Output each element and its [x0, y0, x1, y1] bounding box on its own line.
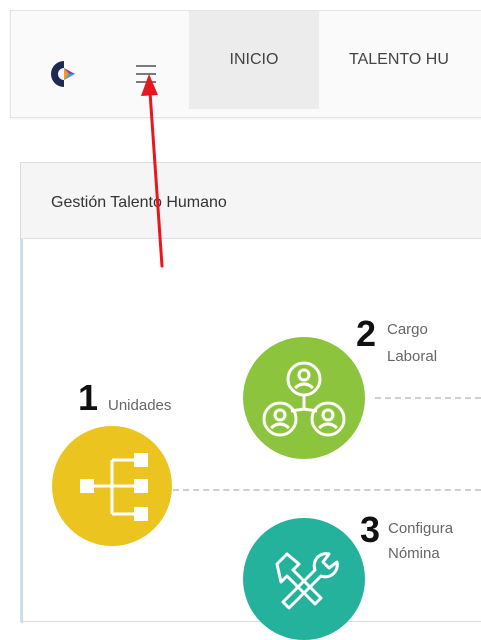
step-3-configura-nomina-button[interactable] — [243, 518, 365, 640]
step-2-cargo-laboral-button[interactable] — [243, 337, 365, 459]
nav-item-talento-humano[interactable]: TALENTO HU — [349, 11, 449, 109]
step-1-unidades-button[interactable] — [52, 426, 172, 546]
step-1-label: Unidades — [108, 397, 172, 414]
step-2-label-line-2: Laboral — [387, 348, 438, 365]
top-navbar: INICIO TALENTO HU — [10, 10, 481, 118]
step-2-label-line-1: Cargo — [387, 321, 428, 338]
nav-item-label: TALENTO HU — [349, 51, 449, 68]
tools-icon — [275, 552, 339, 610]
org-chart-icon — [80, 453, 148, 521]
connector-line — [173, 489, 481, 491]
nav-item-inicio[interactable]: INICIO — [189, 11, 319, 109]
step-1-number: 1 — [78, 377, 99, 418]
step-3-label-line-2: Nómina — [388, 545, 440, 562]
panel-header: Gestión Talento Humano — [21, 163, 481, 239]
brand-logo-icon[interactable] — [47, 57, 81, 91]
connector-line — [375, 397, 481, 399]
panel-title: Gestión Talento Humano — [51, 194, 227, 211]
step-3-label-line-1: Configura — [388, 520, 454, 537]
nav-item-label: INICIO — [229, 51, 279, 68]
hamburger-menu-icon[interactable] — [131, 61, 161, 87]
user-group-icon — [262, 361, 346, 437]
